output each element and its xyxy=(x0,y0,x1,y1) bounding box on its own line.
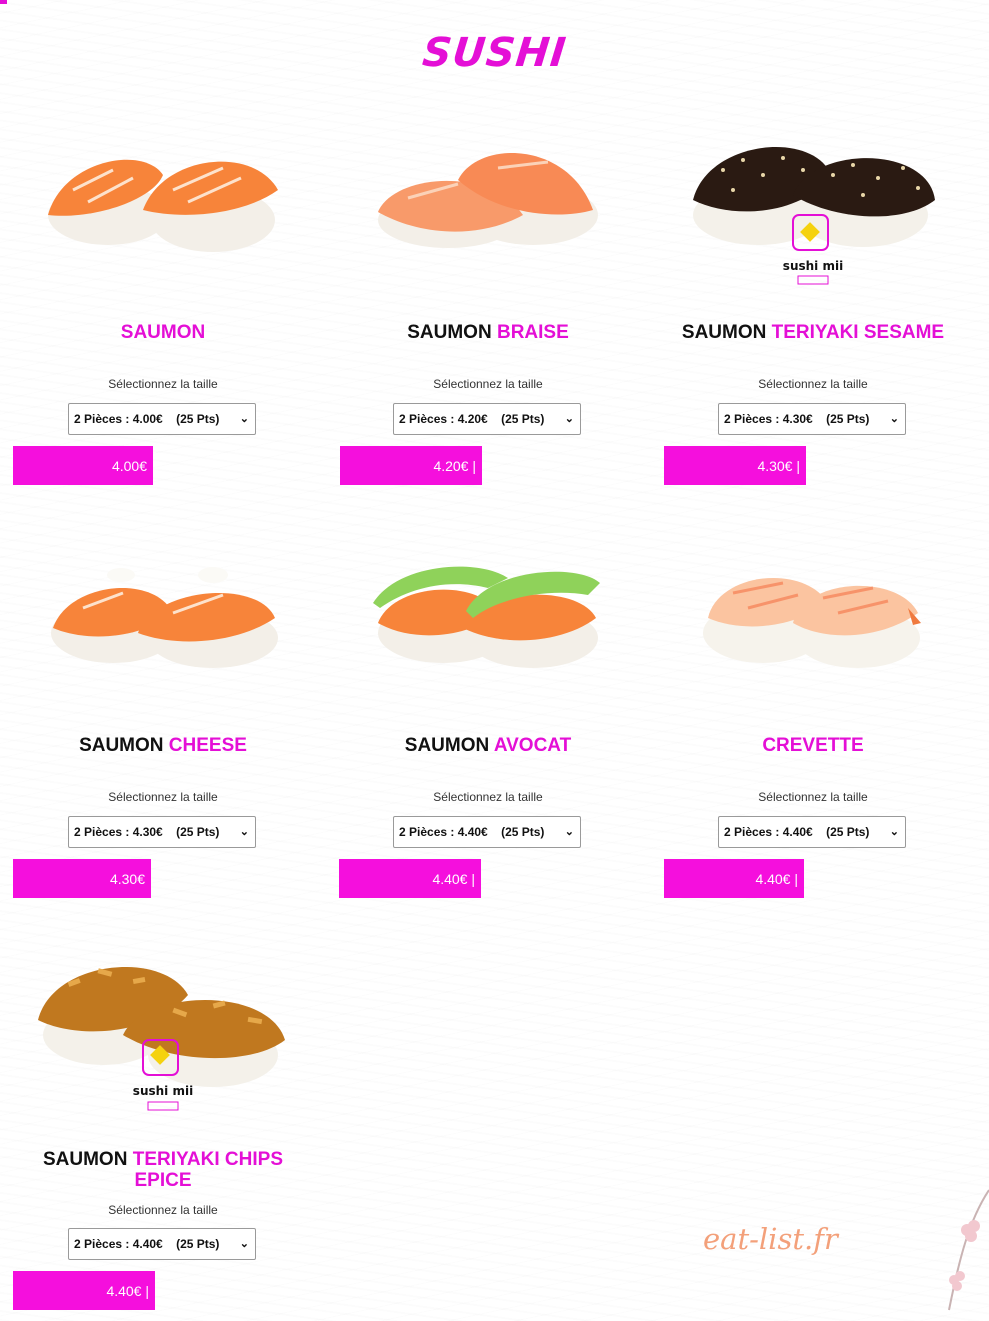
product-image[interactable] xyxy=(663,533,963,733)
page-title: SUSHI xyxy=(420,30,569,76)
size-select-value: 2 Pièces : 4.00€ (25 Pts) xyxy=(74,412,220,426)
product-name-dark: SAUMON xyxy=(407,322,492,343)
product-name: SAUMON BRAISE xyxy=(338,322,638,343)
product-image[interactable] xyxy=(338,120,638,320)
chevron-down-icon: ⌄ xyxy=(239,1238,249,1250)
product-name-dark: SAUMON xyxy=(681,322,767,343)
add-to-cart-button[interactable]: 4.30€ xyxy=(13,859,151,898)
add-to-cart-button[interactable]: 4.40€ | xyxy=(339,859,481,898)
add-to-cart-button[interactable]: 4.30€ | xyxy=(664,446,806,485)
product-name: CREVETTE xyxy=(663,735,963,756)
product-name-dark: SAUMON xyxy=(42,1149,128,1170)
product-name: SAUMON TERIYAKI SESAME xyxy=(663,322,963,343)
size-select[interactable]: 2 Pièces : 4.40€ (25 Pts) ⌄ xyxy=(718,816,906,848)
chevron-down-icon: ⌄ xyxy=(564,826,574,838)
cherry-blossom-decoration xyxy=(948,1189,989,1311)
chevron-down-icon: ⌄ xyxy=(239,413,249,425)
size-select-value: 2 Pièces : 4.30€ (25 Pts) xyxy=(74,825,220,839)
watermark: eat-list.fr xyxy=(703,1222,838,1256)
size-select[interactable]: 2 Pièces : 4.20€ (25 Pts) ⌄ xyxy=(393,403,581,435)
add-to-cart-button[interactable]: 4.40€ | xyxy=(13,1271,155,1310)
size-select-value: 2 Pièces : 4.40€ (25 Pts) xyxy=(399,825,545,839)
product-name: SAUMON TERIYAKI CHIPS EPICE xyxy=(13,1149,313,1191)
size-select[interactable]: 2 Pièces : 4.00€ (25 Pts) ⌄ xyxy=(68,403,256,435)
product-name-accent: AVOCAT xyxy=(493,735,572,756)
brand-logo: sushi mii xyxy=(133,1084,193,1098)
chevron-down-icon: ⌄ xyxy=(889,826,899,838)
brand-logo: sushi mii xyxy=(783,259,843,273)
product-image[interactable] xyxy=(13,533,313,733)
size-select[interactable]: 2 Pièces : 4.40€ (25 Pts) ⌄ xyxy=(68,1228,256,1260)
size-select[interactable]: 2 Pièces : 4.30€ (25 Pts) ⌄ xyxy=(718,403,906,435)
size-select-value: 2 Pièces : 4.30€ (25 Pts) xyxy=(724,412,870,426)
product-image[interactable] xyxy=(338,533,638,733)
product-name-accent: CREVETTE xyxy=(762,735,864,756)
size-select-value: 2 Pièces : 4.20€ (25 Pts) xyxy=(399,412,545,426)
size-label: Sélectionnez la taille xyxy=(758,377,868,391)
size-select-value: 2 Pièces : 4.40€ (25 Pts) xyxy=(74,1237,220,1251)
chevron-down-icon: ⌄ xyxy=(889,413,899,425)
size-label: Sélectionnez la taille xyxy=(433,790,543,804)
product-name-dark: SAUMON xyxy=(404,735,490,756)
add-to-cart-button[interactable]: 4.00€ xyxy=(13,446,153,485)
product-image[interactable]: sushi mii xyxy=(13,940,313,1140)
product-name: SAUMON AVOCAT xyxy=(338,735,638,756)
product-name-accent: SAUMON xyxy=(120,322,206,343)
chevron-down-icon: ⌄ xyxy=(564,413,574,425)
size-label: Sélectionnez la taille xyxy=(758,790,868,804)
product-name-accent: CHEESE xyxy=(168,735,247,756)
product-name-accent: TERIYAKI SESAME xyxy=(771,322,945,343)
size-label: Sélectionnez la taille xyxy=(108,1203,218,1217)
product-name: SAUMON xyxy=(13,322,313,343)
corner-mark xyxy=(0,0,7,4)
size-label: Sélectionnez la taille xyxy=(108,377,218,391)
product-name-accent: TERIYAKI CHIPS EPICE xyxy=(132,1149,283,1191)
size-label: Sélectionnez la taille xyxy=(108,790,218,804)
size-label: Sélectionnez la taille xyxy=(433,377,543,391)
size-select-value: 2 Pièces : 4.40€ (25 Pts) xyxy=(724,825,870,839)
size-select[interactable]: 2 Pièces : 4.30€ (25 Pts) ⌄ xyxy=(68,816,256,848)
add-to-cart-button[interactable]: 4.20€ | xyxy=(340,446,482,485)
product-name-accent: BRAISE xyxy=(496,322,569,343)
product-name-dark: SAUMON xyxy=(79,735,164,756)
size-select[interactable]: 2 Pièces : 4.40€ (25 Pts) ⌄ xyxy=(393,816,581,848)
product-image[interactable] xyxy=(13,120,313,320)
add-to-cart-button[interactable]: 4.40€ | xyxy=(664,859,804,898)
product-image[interactable]: sushi mii xyxy=(663,120,963,320)
chevron-down-icon: ⌄ xyxy=(239,826,249,838)
product-name: SAUMON CHEESE xyxy=(13,735,313,756)
